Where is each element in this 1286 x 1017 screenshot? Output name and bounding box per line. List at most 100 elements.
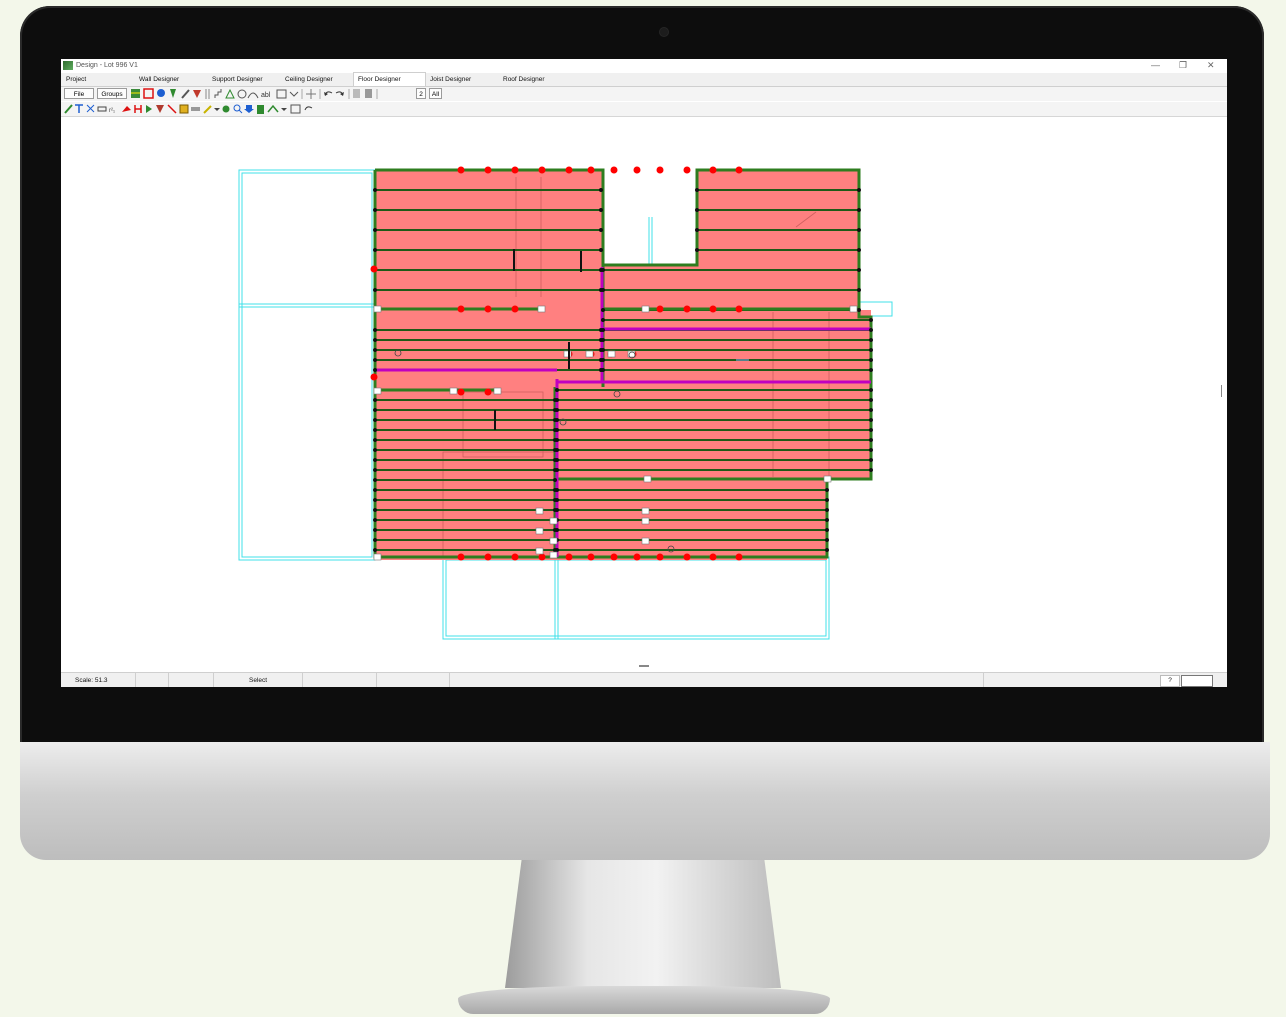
marker-dot: [457, 388, 465, 396]
page-tool-icon[interactable]: [257, 105, 264, 114]
help-button[interactable]: ?: [1160, 675, 1180, 687]
hook-tool-icon[interactable]: [157, 89, 165, 97]
joist-node: [695, 208, 699, 212]
hanger-label: [641, 507, 650, 515]
joist-node: [869, 418, 873, 422]
copy-icon[interactable]: [353, 89, 360, 98]
arrow-down-icon[interactable]: [244, 105, 254, 113]
grid-snap-icon[interactable]: [306, 89, 316, 99]
joist-node: [373, 538, 377, 542]
stairs-tool-icon[interactable]: [214, 89, 222, 98]
bracket-tool-icon[interactable]: [156, 105, 164, 113]
tab-roof-designer[interactable]: Roof Designer: [499, 73, 549, 86]
joist-node: [825, 508, 829, 512]
joist-node: [599, 248, 603, 252]
undo-icon[interactable]: [324, 91, 333, 96]
marker-dot: [565, 553, 573, 561]
chevron-down-icon[interactable]: [214, 108, 220, 111]
layer-tool-icon[interactable]: [179, 104, 189, 114]
wrench-tool-icon[interactable]: [222, 105, 230, 113]
beam-tool-icon[interactable]: [97, 106, 107, 112]
brush-tool-icon[interactable]: [203, 105, 212, 114]
rotate-tool-icon[interactable]: [237, 89, 247, 99]
joist-node: [555, 458, 559, 462]
paste-icon[interactable]: [365, 89, 372, 98]
panel-tool-icon[interactable]: [290, 104, 301, 114]
joist-node: [555, 498, 559, 502]
toolbar-icons-row2: r²₁: [64, 104, 313, 114]
joist-node: [869, 328, 873, 332]
hanger-label: [373, 553, 382, 561]
mode-readout: Select: [213, 673, 303, 687]
window-title: Design - Lot 996 V1: [76, 62, 138, 69]
tab-joist-designer[interactable]: Joist Designer: [426, 73, 475, 86]
joist-node: [601, 348, 605, 352]
panel-splitter[interactable]: [639, 665, 649, 667]
status-cell: [449, 673, 984, 687]
title-bar: Design - Lot 996 V1 — ❐ ✕: [61, 59, 1227, 73]
marker-dot: [656, 305, 664, 313]
ruler-tool-icon[interactable]: [191, 107, 200, 111]
joist-node: [857, 288, 861, 292]
frame-tool-icon[interactable]: [143, 88, 154, 99]
diagonal-tool-icon[interactable]: [167, 104, 177, 114]
marker-dot: [735, 553, 743, 561]
scroll-handle[interactable]: [1221, 385, 1222, 397]
joist-node: [857, 308, 861, 312]
pencil-tool-icon[interactable]: [181, 89, 190, 99]
layer-number-button[interactable]: 2: [416, 88, 426, 99]
pin-tool-icon[interactable]: [170, 89, 176, 98]
joist-tool-icon[interactable]: [75, 104, 83, 113]
joist-node: [857, 248, 861, 252]
fill-tool-icon[interactable]: [122, 106, 131, 112]
dimension-tool-icon[interactable]: r²₁: [109, 108, 115, 114]
hanger-tool-icon[interactable]: [86, 104, 95, 113]
floor-plan-drawing[interactable]: [61, 117, 1227, 663]
redo-icon[interactable]: [335, 91, 344, 96]
hammer-tool-icon[interactable]: [193, 90, 201, 98]
tab-wall-designer[interactable]: Wall Designer: [135, 73, 183, 86]
all-layers-button[interactable]: All: [429, 88, 442, 99]
joist-node: [601, 318, 605, 322]
status-cell: [376, 673, 450, 687]
joist-node: [695, 188, 699, 192]
minimize-button[interactable]: —: [1151, 60, 1160, 70]
joist-node: [825, 538, 829, 542]
divider-icon: [205, 89, 210, 99]
chevron-down-icon[interactable]: [281, 108, 287, 111]
eyedropper-icon[interactable]: [64, 104, 73, 114]
hanger-label: [549, 551, 558, 559]
undo-icon[interactable]: [304, 106, 313, 111]
joist-node: [825, 488, 829, 492]
tab-ceiling-designer[interactable]: Ceiling Designer: [281, 73, 337, 86]
joist-node: [373, 408, 377, 412]
status-input[interactable]: [1181, 675, 1213, 687]
joist-node: [869, 388, 873, 392]
play-tool-icon[interactable]: [146, 105, 152, 113]
arch-tool-icon[interactable]: [247, 92, 259, 99]
groups-button[interactable]: Groups: [97, 88, 127, 99]
hbeam-tool-icon[interactable]: [134, 105, 142, 113]
marker-dot: [370, 265, 378, 273]
chevron-down-icon[interactable]: [289, 91, 299, 97]
tab-project[interactable]: Project: [62, 73, 90, 86]
hanger-label: [549, 537, 558, 545]
toolbar-icons-row1: abl: [131, 88, 378, 99]
hanger-label: [585, 350, 594, 358]
wall-panel-icon[interactable]: [276, 89, 287, 99]
marker-dot: [610, 553, 618, 561]
joist-node: [373, 488, 377, 492]
marker-dot: [457, 553, 465, 561]
design-canvas[interactable]: [61, 117, 1227, 663]
roof-tool-icon[interactable]: [267, 104, 279, 113]
truss-tool-icon[interactable]: [225, 88, 235, 99]
zoom-icon[interactable]: [233, 104, 243, 114]
text-tool-icon[interactable]: abl: [261, 92, 271, 99]
file-button[interactable]: File: [64, 88, 94, 99]
tab-floor-designer[interactable]: Floor Designer: [353, 72, 426, 86]
restore-button[interactable]: ❐: [1179, 60, 1187, 71]
tab-support-designer[interactable]: Support Designer: [208, 73, 267, 86]
wall-tool-icon[interactable]: [131, 89, 140, 98]
close-button[interactable]: ✕: [1207, 60, 1215, 71]
joist-node: [601, 288, 605, 292]
